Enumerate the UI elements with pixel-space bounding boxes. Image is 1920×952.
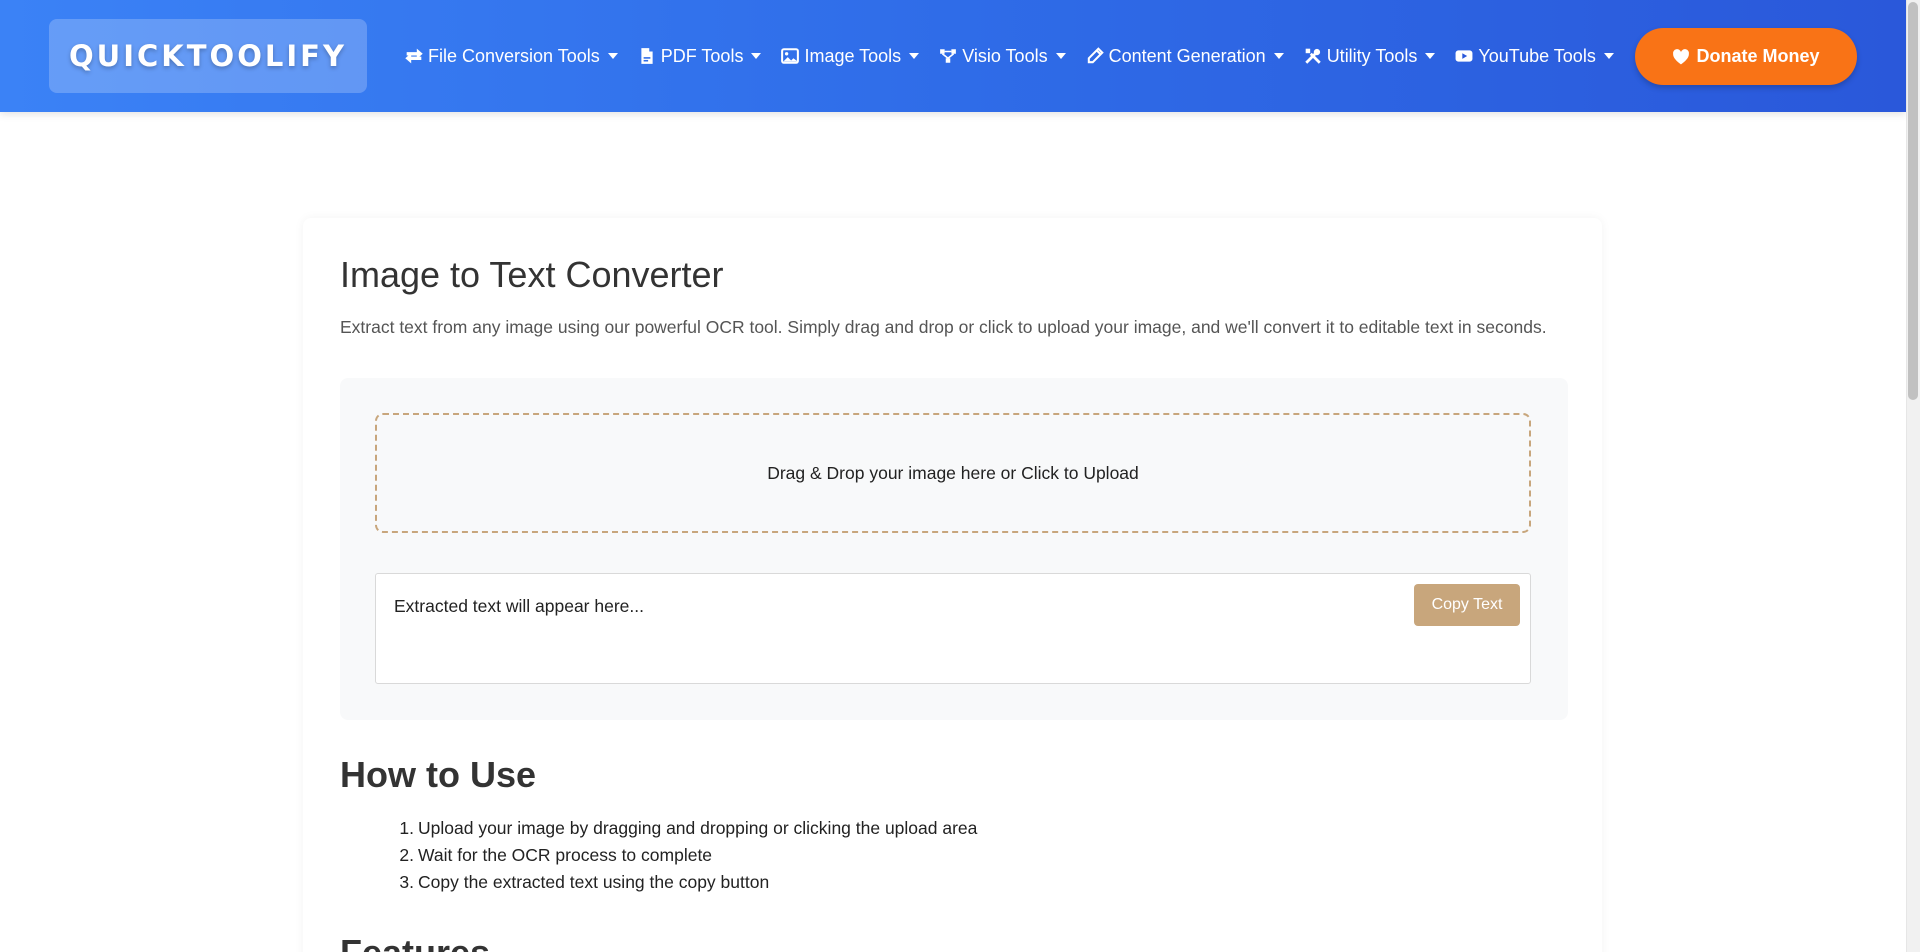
list-item: 2. Wait for the OCR process to complete (399, 845, 713, 865)
nav-menu: File Conversion Tools PDF Tools Image To… (404, 0, 1633, 112)
youtube-icon (1454, 46, 1474, 66)
nav-content-generation[interactable]: Content Generation (1085, 46, 1284, 67)
nav-image-tools[interactable]: Image Tools (780, 45, 920, 67)
how-to-use-heading: How to Use (340, 754, 537, 795)
heart-icon (1673, 48, 1690, 64)
extracted-text-output[interactable]: Extracted text will appear here... Copy … (375, 573, 1531, 684)
caret-down-icon (607, 53, 618, 59)
nav-label: Utility Tools (1326, 45, 1418, 66)
nav-label: File Conversion Tools (428, 45, 600, 66)
nav-file-conversion-tools[interactable]: File Conversion Tools (404, 46, 618, 67)
page-description: Extract text from any image using our po… (340, 317, 1547, 337)
caret-down-icon (909, 53, 920, 59)
caret-down-icon (1055, 53, 1066, 59)
pdf-file-icon (637, 46, 657, 66)
page-title: Image to Text Converter (340, 254, 724, 295)
nav-visio-tools[interactable]: Visio Tools (938, 45, 1066, 67)
caret-down-icon (1603, 53, 1614, 59)
upload-drop-zone[interactable]: Drag & Drop your image here or Click to … (375, 413, 1531, 533)
nav-label: Image Tools (804, 45, 902, 66)
nav-label: YouTube Tools (1478, 45, 1596, 66)
tools-icon (1303, 46, 1323, 66)
drop-zone-label: Drag & Drop your image here or Click to … (767, 462, 1139, 483)
donate-button[interactable]: Donate Money (1635, 28, 1857, 85)
main-card: Image to Text Converter Extract text fro… (303, 218, 1602, 952)
list-item: 3. Copy the extracted text using the copy… (399, 872, 770, 892)
pencil-icon (1085, 46, 1105, 66)
page-scrollbar[interactable] (1906, 0, 1920, 952)
list-item: 1. Upload your image by dragging and drop… (399, 818, 978, 838)
nav-label: PDF Tools (660, 45, 744, 66)
caret-down-icon (1425, 53, 1436, 59)
features-heading: Features (340, 932, 490, 952)
top-navbar: QUICKTOOLIFY File Conversion Tools PDF T… (0, 0, 1906, 112)
nav-youtube-tools[interactable]: YouTube Tools (1454, 45, 1614, 67)
nav-utility-tools[interactable]: Utility Tools (1303, 46, 1436, 67)
copy-text-button[interactable]: Copy Text (1414, 584, 1520, 626)
donate-label: Donate Money (1696, 46, 1820, 66)
nav-pdf-tools[interactable]: PDF Tools (637, 46, 762, 67)
brand-logo[interactable]: QUICKTOOLIFY (49, 19, 367, 93)
caret-down-icon (1273, 53, 1284, 59)
caret-down-icon (751, 53, 762, 59)
nav-label: Visio Tools (962, 45, 1048, 66)
diagram-icon (938, 46, 958, 66)
nav-label: Content Generation (1108, 45, 1266, 66)
image-icon (780, 46, 800, 66)
scrollbar-thumb[interactable] (1908, 2, 1918, 400)
ocr-tool-panel: Drag & Drop your image here or Click to … (340, 378, 1568, 720)
how-to-steps-list: 1. Upload your image by dragging and drop… (392, 815, 977, 896)
output-placeholder: Extracted text will appear here... (394, 596, 644, 616)
exchange-icon (404, 46, 424, 66)
